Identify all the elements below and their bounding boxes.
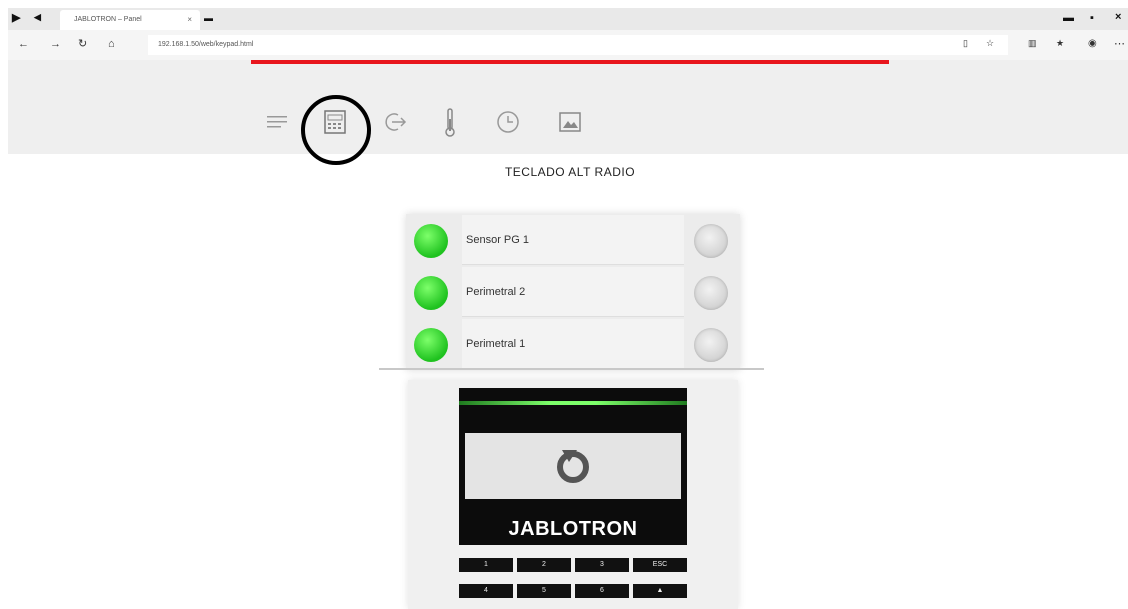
restore-button[interactable]: ▪ [1090,13,1094,24]
favorites-icon[interactable]: ★ [1056,39,1064,48]
reload-icon[interactable]: ↻ [78,39,87,50]
address-bar-row: ← → ↻ ⌂ 192.168.1.50/web/keypad.html ▯ ☆… [8,30,1128,60]
url-text: 192.168.1.50/web/keypad.html [158,41,254,48]
segment-row: Sensor PG 1 [406,214,740,266]
active-tab[interactable]: JABLOTRON – Panel × [60,10,200,30]
bookmark-icon[interactable]: ☆ [986,39,994,48]
key-1[interactable]: 1 [459,558,513,572]
display-indicator-strip [459,401,687,405]
segment-status-led[interactable] [414,276,448,310]
minimize-button[interactable]: ▬ [1063,13,1074,24]
brand-logo: JABLOTRON [508,518,638,540]
segment-status-led[interactable] [414,224,448,258]
lcd-screen[interactable] [465,433,681,499]
segment-label: Perimetral 2 [466,286,526,298]
thermometer-icon[interactable] [437,108,463,137]
tab-bar: ▶ ◀ JABLOTRON – Panel × ▬ ▬ ▪ × [8,8,1128,30]
segment-status-led[interactable] [414,328,448,362]
app-menu-icon[interactable]: ▶ [12,13,20,24]
url-field[interactable]: 192.168.1.50/web/keypad.html [148,35,1008,55]
collections-icon[interactable]: ▥ [1028,39,1037,48]
segment-label: Perimetral 1 [466,338,526,350]
segment-control-button[interactable] [694,276,728,310]
key-3[interactable]: 3 [575,558,629,572]
logout-icon[interactable] [382,109,408,135]
profile-icon[interactable]: ◉ [1088,39,1097,49]
segment-label: Sensor PG 1 [466,234,529,246]
refresh-icon [557,450,589,483]
key-up[interactable]: ▲ [633,584,687,598]
key-5[interactable]: 5 [517,584,571,598]
page-toolbar [8,60,1128,154]
loading-progress-bar [251,60,889,64]
tab-close-icon[interactable]: × [187,15,192,24]
tab-title: JABLOTRON – Panel [74,16,142,23]
page-title: TECLADO ALT RADIO [504,165,636,179]
segment-control-button[interactable] [694,328,728,362]
tab-list-icon[interactable]: ◀ [34,13,41,22]
key-esc[interactable]: ESC [633,558,687,572]
more-icon[interactable]: ⋯ [1114,39,1125,50]
keypad-device: JABLOTRON 1 2 3 ESC 4 5 6 ▲ [408,380,738,609]
image-icon[interactable] [557,109,583,135]
key-4[interactable]: 4 [459,584,513,598]
key-2[interactable]: 2 [517,558,571,572]
forward-icon[interactable]: → [50,39,61,50]
highlight-circle [301,95,371,165]
segment-panel: Sensor PG 1 Perimetral 2 Perimetral 1 [406,214,740,370]
reader-icon[interactable]: ▯ [963,39,968,48]
new-tab-button[interactable]: ▬ [204,14,213,23]
divider [379,368,764,370]
keypad-display: JABLOTRON [459,388,687,545]
close-window-button[interactable]: × [1115,12,1121,23]
key-6[interactable]: 6 [575,584,629,598]
segment-row: Perimetral 1 [406,318,740,370]
segment-control-button[interactable] [694,224,728,258]
home-icon[interactable]: ⌂ [108,39,115,50]
menu-icon[interactable] [264,109,290,135]
segment-row: Perimetral 2 [406,266,740,318]
browser-window: ▶ ◀ JABLOTRON – Panel × ▬ ▬ ▪ × ← → ↻ ⌂ … [0,0,1128,609]
clock-icon[interactable] [495,109,521,135]
back-icon[interactable]: ← [18,39,29,50]
